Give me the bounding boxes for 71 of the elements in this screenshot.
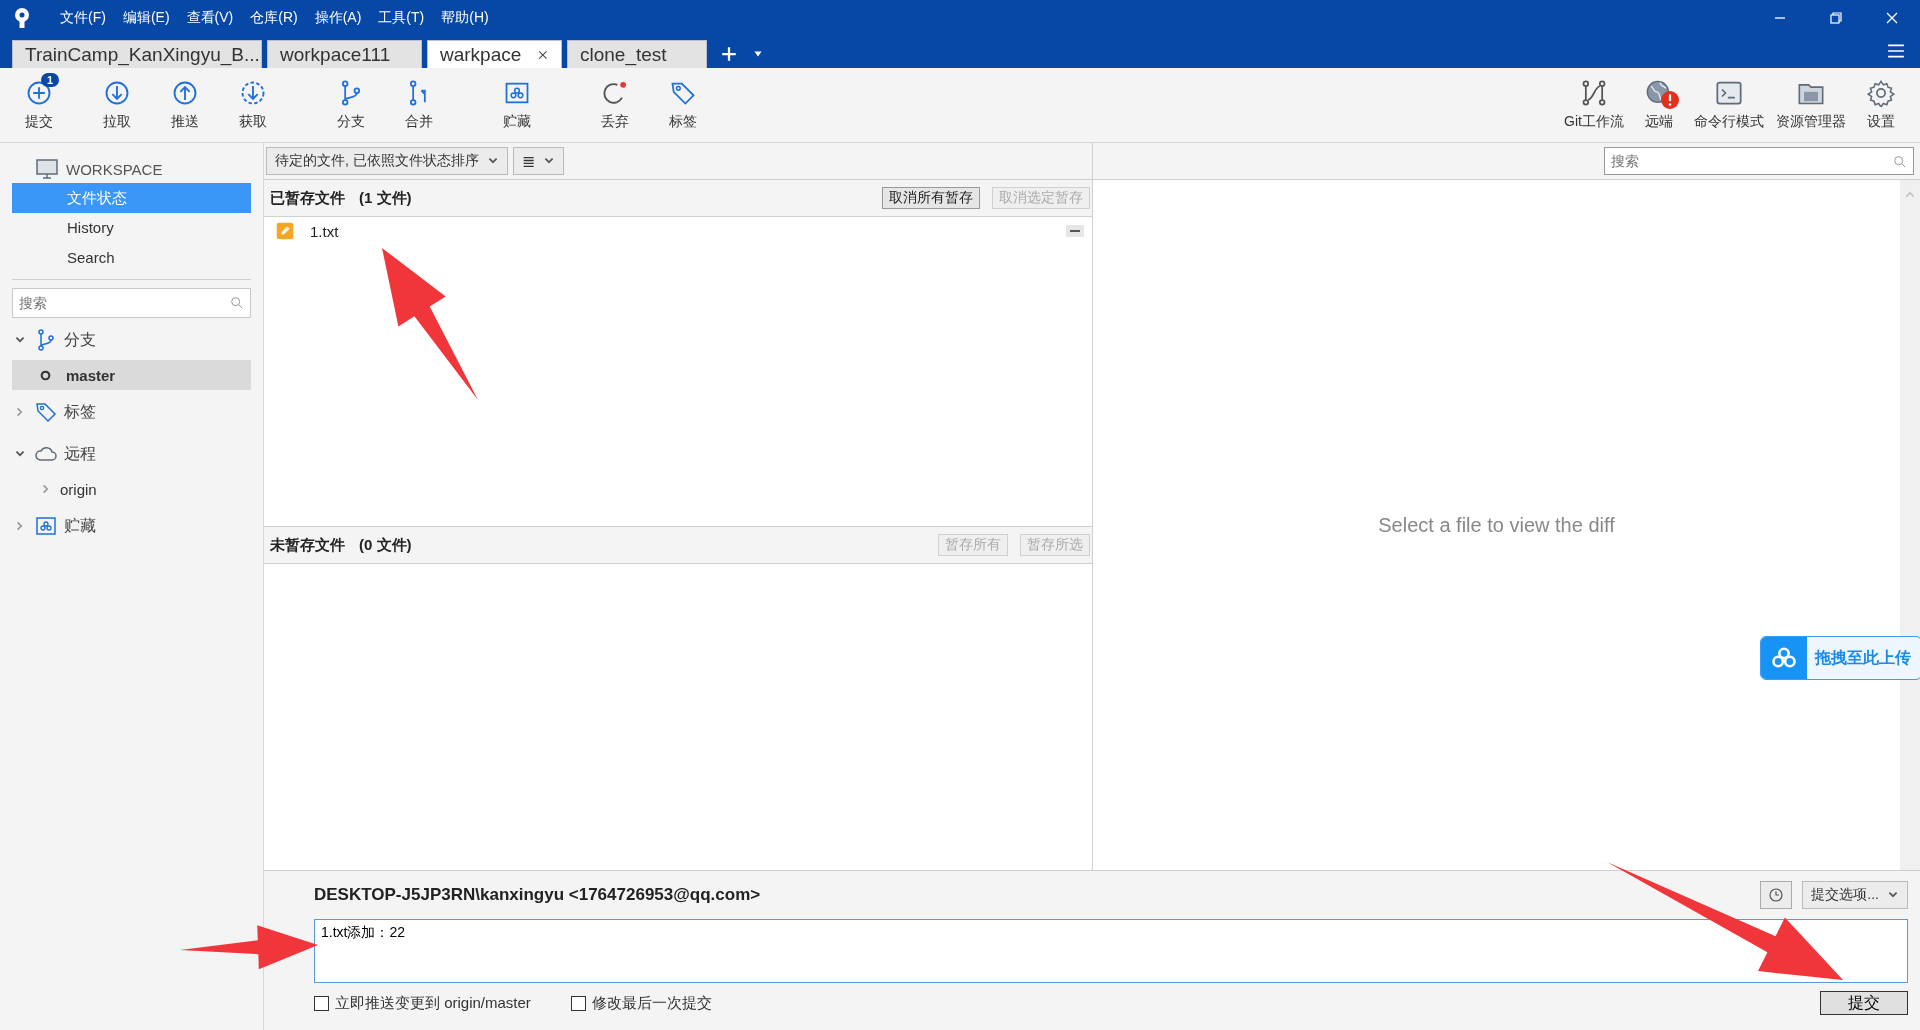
menu-item[interactable]: 编辑(E) <box>122 9 170 27</box>
sidebar-item[interactable]: History <box>12 213 251 243</box>
toolbar-button[interactable]: 丢弃 <box>586 77 644 133</box>
repo-tab[interactable]: TrainCamp_KanXingyu_B... <box>12 40 262 68</box>
search-icon <box>229 295 245 311</box>
checkbox[interactable] <box>570 995 586 1011</box>
add-tab-icon[interactable] <box>720 45 738 63</box>
checkbox-label[interactable]: 立即推送变更到 origin/master <box>335 993 531 1013</box>
section-title: 未暂存文件 <box>270 535 345 555</box>
sort-dropdown[interactable]: 待定的文件, 已依照文件状态排序 <box>266 147 508 175</box>
menu-item[interactable]: 帮助(H) <box>441 9 489 27</box>
empty-state-message: Select a file to view the diff <box>1378 513 1615 537</box>
monitor-icon <box>34 157 60 181</box>
toolbar-button[interactable]: 远端 <box>1630 77 1688 133</box>
menu-icon[interactable] <box>1886 42 1906 60</box>
section-title: 已暂存文件 <box>270 188 345 208</box>
terminal-icon <box>1715 79 1743 107</box>
action-button[interactable]: 取消所有暂存 <box>882 187 980 209</box>
toolbar-button[interactable]: 获取 <box>224 77 282 133</box>
toolbar-button[interactable]: 分支 <box>322 77 380 133</box>
repo-tab[interactable]: warkpace <box>427 40 562 68</box>
menu-item[interactable]: 工具(T) <box>378 9 425 27</box>
current-branch-row[interactable]: master <box>12 360 251 390</box>
toolbar-button[interactable]: 资源管理器 <box>1770 77 1852 133</box>
modified-file-icon <box>276 222 294 240</box>
unstage-button[interactable] <box>1066 225 1084 237</box>
menu-item[interactable]: 查看(V) <box>186 9 234 27</box>
clock-icon <box>1767 886 1786 904</box>
menu-item[interactable]: 文件(F) <box>60 9 106 27</box>
commit-options-dropdown[interactable]: 提交选项... <box>1802 881 1908 909</box>
checkbox-label[interactable]: 修改最后一次提交 <box>591 993 712 1013</box>
file-count: (1 文件) <box>359 188 412 208</box>
commit-message-field[interactable]: 1.txt添加：22 <box>314 919 1908 983</box>
toolbar-button[interactable]: 设置 <box>1852 77 1910 133</box>
refresh-icon <box>601 79 629 107</box>
toolbar-button[interactable]: 标签 <box>654 77 712 133</box>
tree-item[interactable]: 远程 <box>64 443 96 465</box>
author-label: DESKTOP-J5JP3RN\kanxingyu <1764726953@qq.com> <box>314 885 761 905</box>
file-name[interactable]: 1.txt <box>310 222 339 240</box>
tag-icon <box>34 400 58 424</box>
sidebar-item[interactable]: Search <box>12 243 251 273</box>
menu-item[interactable]: 仓库(R) <box>250 9 298 27</box>
section-title: WORKSPACE <box>66 160 163 178</box>
toolbar-button[interactable]: 拉取 <box>88 77 146 133</box>
tree-item[interactable]: 分支 <box>64 329 96 351</box>
branch-name[interactable]: master <box>66 366 116 384</box>
toolbar-button[interactable]: 合并 <box>390 77 448 133</box>
search-field[interactable]: 搜索 <box>1604 147 1914 175</box>
commit-button[interactable]: 提交 <box>1820 991 1908 1015</box>
tree-item[interactable]: origin <box>60 480 97 498</box>
branch-dot-icon <box>40 369 51 381</box>
tree-item[interactable]: 贮藏 <box>64 515 96 537</box>
history-button[interactable] <box>1760 881 1793 909</box>
search-icon <box>1892 154 1908 170</box>
restore-icon[interactable] <box>1828 10 1844 26</box>
toolbar-button[interactable]: Git工作流 <box>1558 77 1630 133</box>
count-badge: 1 <box>41 73 60 87</box>
tree-item[interactable]: 标签 <box>64 401 96 423</box>
toolbar-button[interactable]: 贮藏 <box>488 77 546 133</box>
box-icon <box>34 514 58 538</box>
settings-icon <box>1867 79 1895 107</box>
menu-item[interactable]: 操作(A) <box>314 9 362 27</box>
toolbar-button[interactable]: 命令行模式 <box>1688 77 1770 133</box>
repo-tab[interactable]: clone_test <box>567 40 707 68</box>
file-count: (0 文件) <box>359 535 412 555</box>
toolbar-button[interactable]: 推送 <box>156 77 214 133</box>
checkbox[interactable] <box>314 995 329 1011</box>
view-dropdown[interactable]: ≣ <box>512 147 565 175</box>
close-icon[interactable] <box>1884 10 1900 26</box>
search-field[interactable]: 搜索 <box>12 288 251 318</box>
repo-tab[interactable]: workpace111 <box>267 40 422 68</box>
